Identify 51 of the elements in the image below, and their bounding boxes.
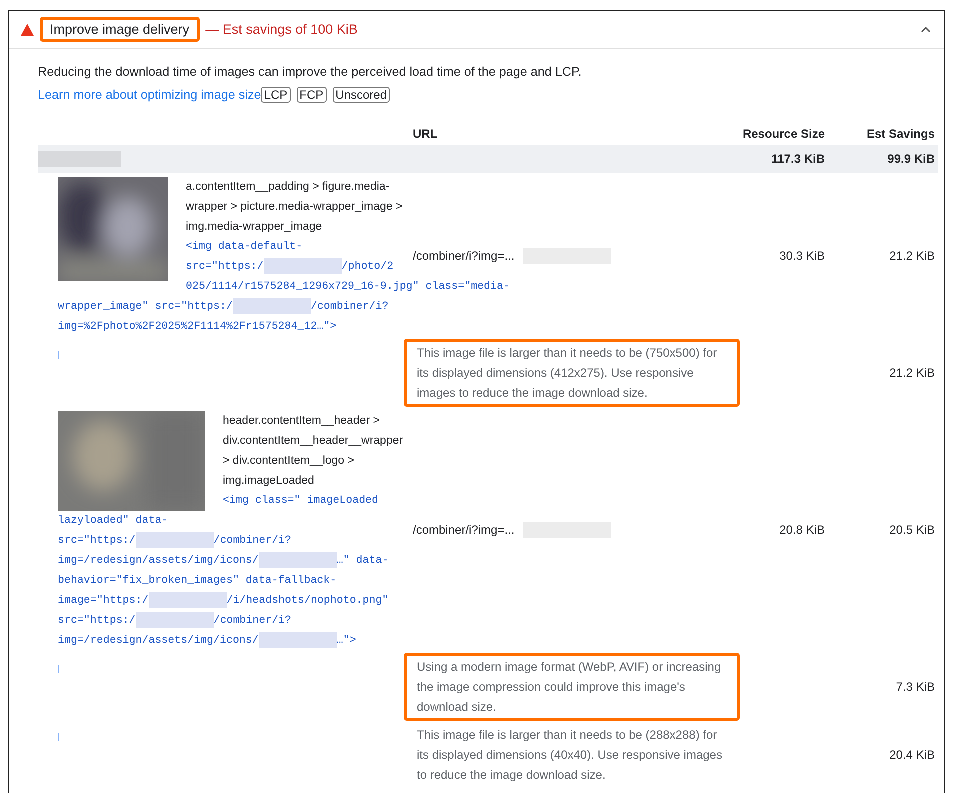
code-snippet: <img class=" imageLoaded: [223, 495, 379, 507]
code-snippet: src="https:/: [58, 615, 136, 627]
savings-summary: — Est savings of 100 KiB: [206, 22, 358, 37]
code-snippet: src="https:/: [186, 261, 264, 273]
code-snippet: …">: [336, 635, 356, 647]
table-cell-text: 99.9 KiB: [886, 152, 936, 166]
metric-tag: FCP: [296, 87, 327, 103]
metric-tag: Unscored: [332, 87, 390, 103]
resource-url[interactable]: /combiner/i?img=...: [413, 249, 515, 263]
audit-title: Improve image delivery: [40, 17, 200, 42]
table-cell-text: 30.3 KiB: [778, 249, 826, 263]
savings-message: Using a modern image format (WebP, AVIF) or increasing the image compression could improve this image's download size.: [404, 653, 740, 721]
code-snippet: src="https:/: [58, 535, 136, 547]
savings-message: This image file is larger than it needs to be (750x500) for its displayed dimensions (412x275). Use responsive images to reduce the image download size.: [404, 339, 740, 407]
code-snippet: /combiner/i?: [214, 535, 292, 547]
node-selector: header.contentItem__header > div.contentItem__header__wrapper > div.contentItem__logo > img.imageLoaded: [223, 414, 404, 489]
audit-description: Reducing the download time of images can improve the perceived load time of the page and LCP. Learn more about optimizing image size LCP FCP Unscored: [38, 64, 583, 105]
code-snippet: <img data-default-: [186, 241, 303, 253]
code-snippet: /combiner/i?: [214, 615, 292, 627]
savings-message: This image file is larger than it needs to be (288x288) for its displayed dimensions (40x40). Use responsive images to reduce the image download size.: [416, 727, 724, 784]
code-snippet: lazyloaded" data-: [58, 515, 168, 527]
node-marker-icon: [58, 733, 59, 741]
table-cell-text: 21.2 KiB: [888, 366, 936, 380]
code-snippet: img=/redesign/assets/img/icons/: [58, 635, 259, 647]
warning-triangle-icon: [21, 24, 34, 36]
code-snippet: /i/headshots/nophoto.png": [226, 595, 389, 607]
table-cell-text: 20.5 KiB: [888, 523, 936, 537]
code-snippet: behavior="fix_broken_images" data-fallback-: [58, 575, 337, 587]
node-selector: a.contentItem__padding > figure.media-wrapper > picture.media-wrapper_image > img.media-wrapper_image: [186, 180, 404, 235]
table-cell-text: 7.3 KiB: [895, 680, 936, 694]
code-snippet: img=%2Fphoto%2F2025%2F1114%2Fr1575284_12…">: [58, 321, 337, 333]
code-snippet: img=/redesign/assets/img/icons/: [58, 555, 259, 567]
column-header: URL: [412, 126, 439, 143]
column-header: Resource Size: [742, 126, 826, 143]
table-cell-text: 20.8 KiB: [778, 523, 826, 537]
audit-header[interactable]: Improve image delivery — Est savings of 100 KiB: [9, 11, 944, 49]
code-snippet: …" data-: [336, 555, 389, 567]
code-snippet: /combiner/i?: [310, 301, 389, 313]
table-cell-text: 20.4 KiB: [888, 748, 936, 762]
table-cell-text: 117.3 KiB: [770, 152, 826, 166]
code-snippet: wrapper_image" src="https:/: [58, 301, 233, 313]
table-cell-text: 21.2 KiB: [888, 249, 936, 263]
metric-tag: LCP: [261, 87, 291, 103]
code-snippet: /photo/2: [342, 261, 394, 273]
learn-more-link[interactable]: Learn more about optimizing image size: [38, 88, 262, 102]
column-header: Est Savings: [866, 126, 936, 143]
code-snippet: 025/1114/r1575284_1296x729_16-9.jpg" class="media-: [186, 281, 510, 293]
code-snippet: image="https:/: [58, 595, 149, 607]
resource-url[interactable]: /combiner/i?img=...: [413, 523, 515, 537]
node-marker-icon: [58, 351, 59, 359]
node-marker-icon: [58, 665, 59, 673]
